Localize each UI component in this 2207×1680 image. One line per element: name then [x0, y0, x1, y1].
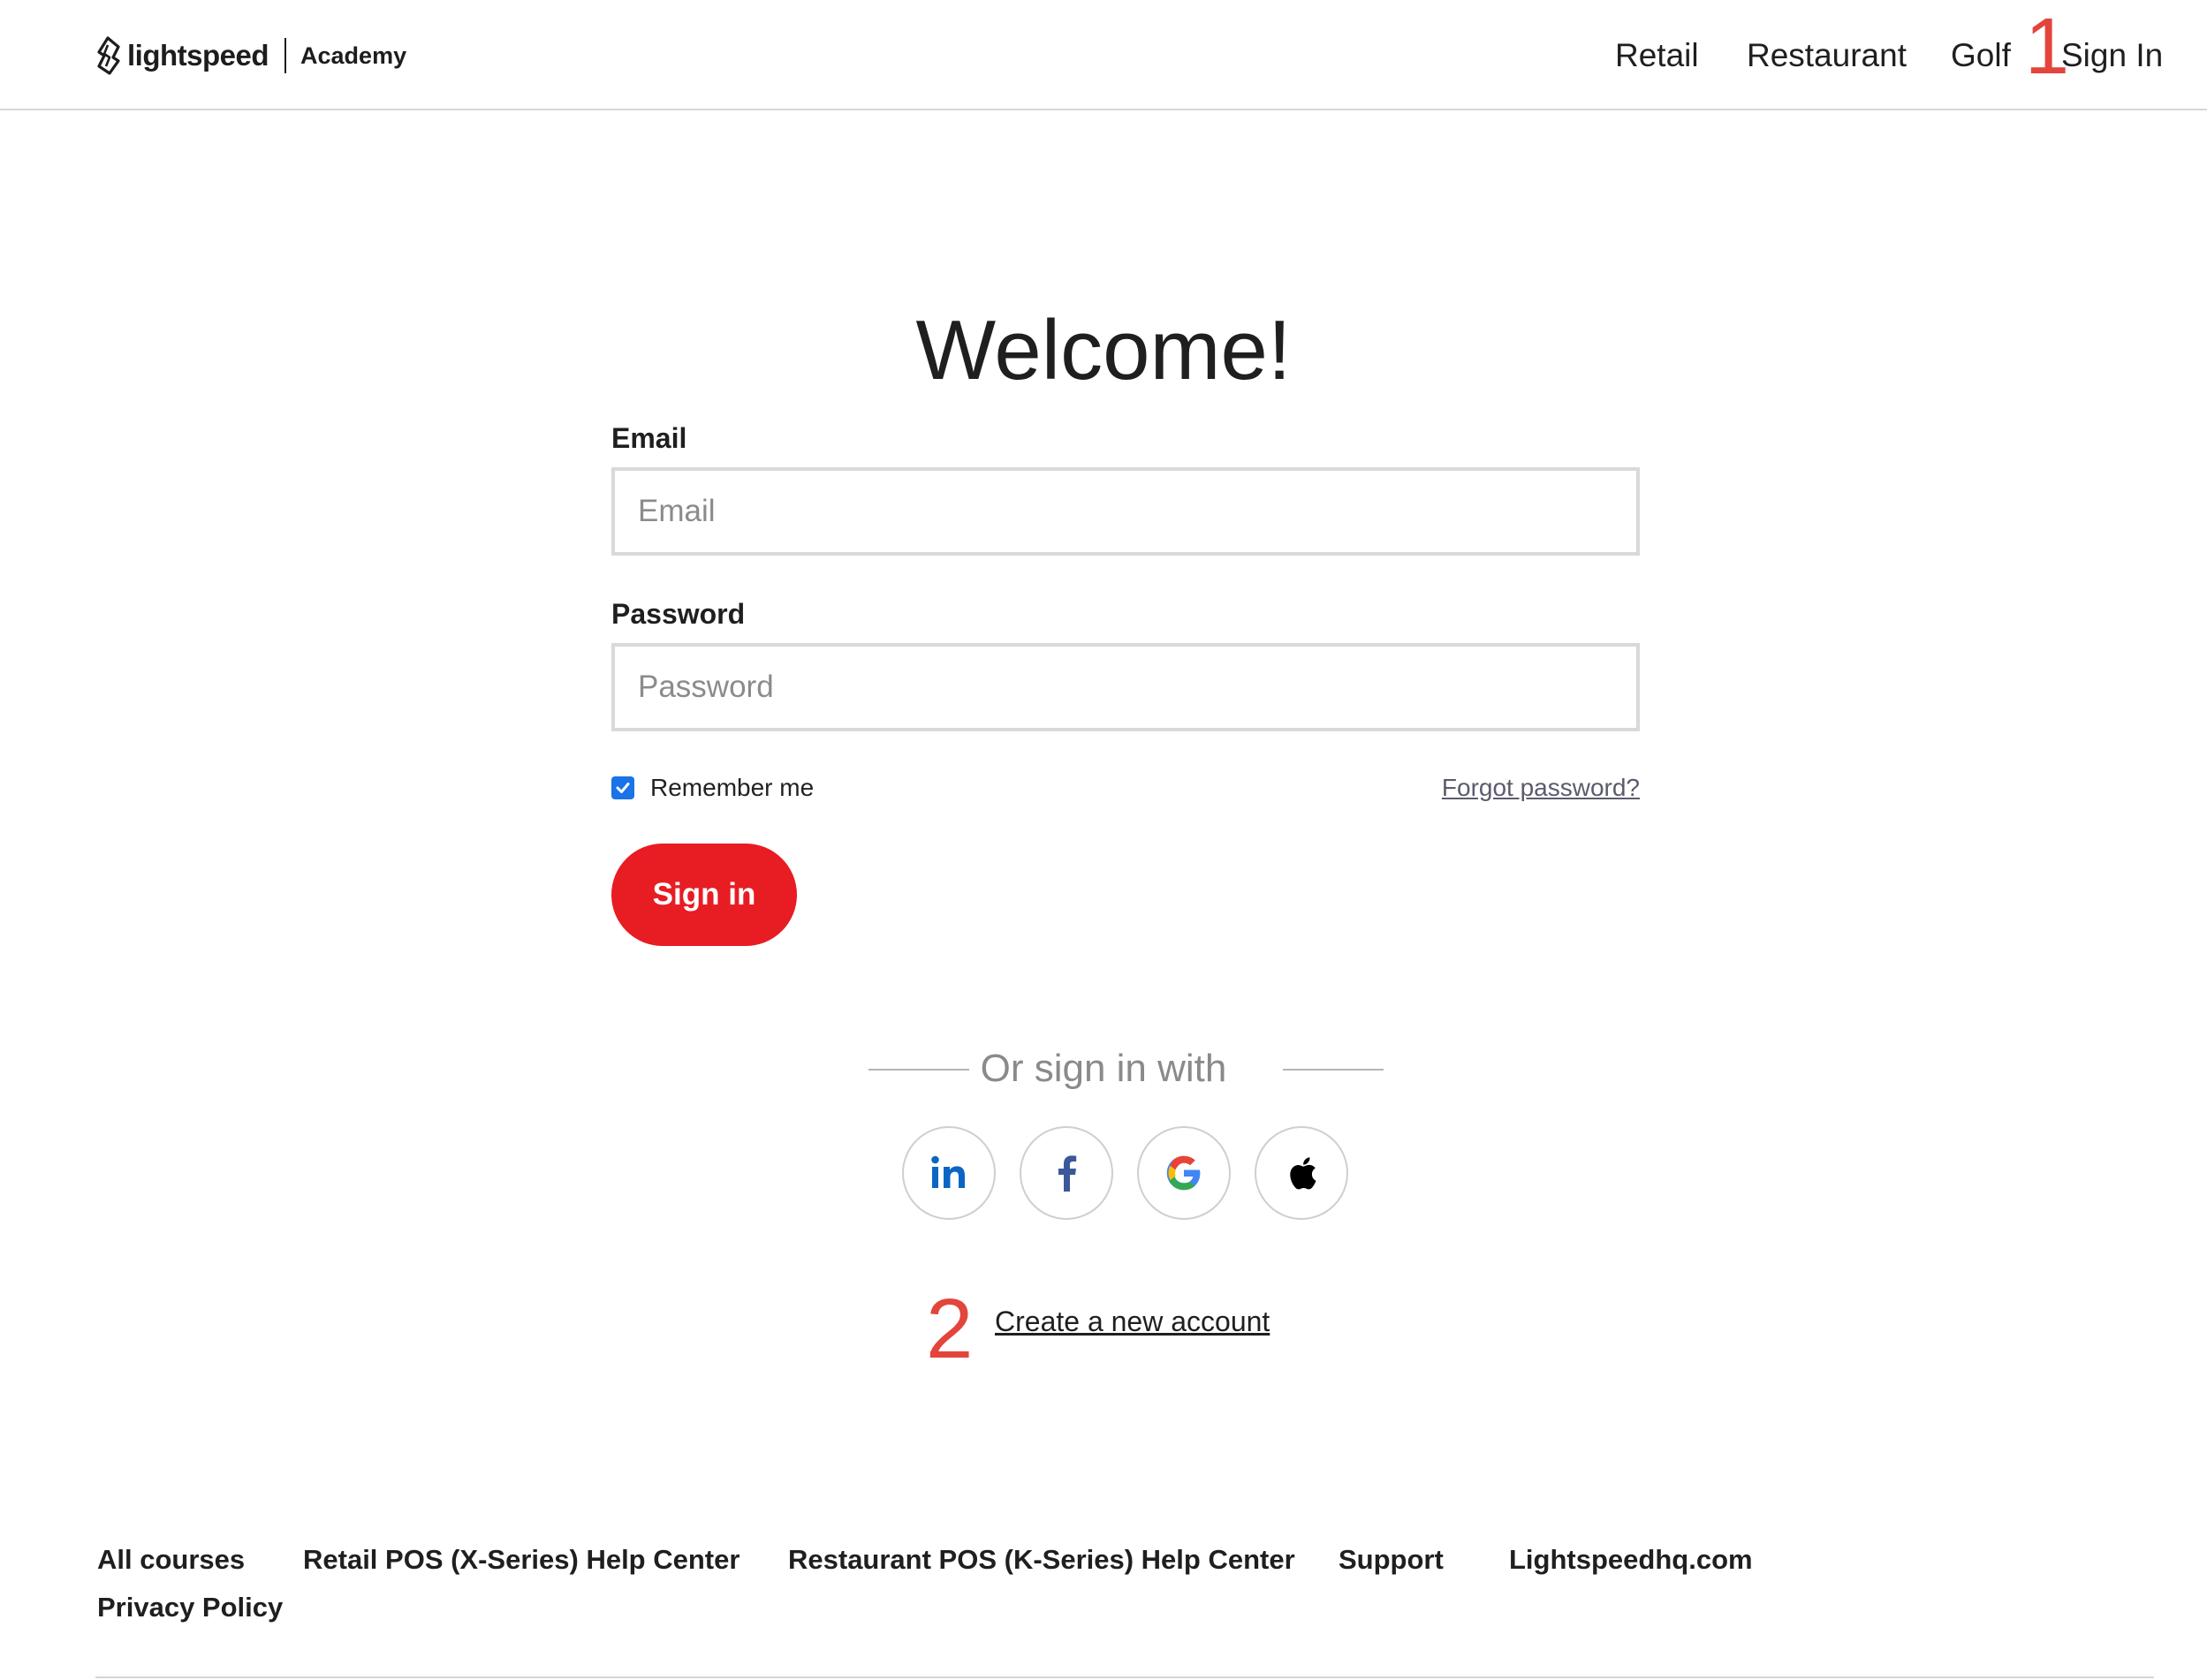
email-field[interactable] [611, 467, 1640, 556]
lightspeed-academy-logo[interactable]: lightspeed Academy [95, 34, 406, 78]
lightspeed-flame-icon [97, 36, 120, 75]
logo-divider [284, 38, 287, 73]
remember-me-label: Remember me [650, 774, 815, 801]
or-sign-in-with-text: Or sign in with [980, 1047, 1227, 1090]
sign-in-button[interactable]: Sign in [611, 844, 797, 946]
linkedin-signin-button[interactable] [902, 1126, 996, 1220]
footer-link-lightspeedhq[interactable]: Lightspeedhq.com [1509, 1544, 1753, 1576]
google-icon [1166, 1155, 1201, 1191]
linkedin-icon [931, 1155, 965, 1188]
footer-link-all-courses[interactable]: All courses [97, 1544, 245, 1576]
nav-sign-in[interactable]: Sign In [2061, 34, 2163, 78]
password-label: Password [611, 598, 746, 630]
create-account-link[interactable]: Create a new account [995, 1305, 1270, 1338]
footer-link-privacy-policy[interactable]: Privacy Policy [97, 1592, 283, 1623]
password-field[interactable] [611, 643, 1640, 731]
nav-restaurant[interactable]: Restaurant [1747, 34, 1907, 78]
social-divider: Or sign in with [0, 1042, 2207, 1095]
apple-signin-button[interactable] [1255, 1126, 1348, 1220]
google-signin-button[interactable] [1137, 1126, 1231, 1220]
nav-golf[interactable]: Golf [1951, 34, 2011, 78]
remember-me-checkbox[interactable] [611, 776, 634, 799]
checkmark-icon [616, 783, 630, 793]
site-header: lightspeed Academy Retail Restaurant Gol… [0, 0, 2207, 110]
annotation-marker-1: 1 [2025, 3, 2070, 91]
page-title: Welcome! [915, 303, 1292, 398]
footer-divider [95, 1676, 2154, 1678]
email-label: Email [611, 422, 687, 454]
footer-link-retail-help[interactable]: Retail POS (X-Series) Help Center [303, 1544, 739, 1576]
footer-link-support[interactable]: Support [1339, 1544, 1444, 1576]
annotation-marker-2: 2 [926, 1282, 974, 1376]
logo-product-text: Academy [300, 42, 407, 69]
footer-link-restaurant-help[interactable]: Restaurant POS (K-Series) Help Center [788, 1544, 1295, 1576]
divider-line-right [1283, 1069, 1384, 1071]
forgot-password-link[interactable]: Forgot password? [1442, 772, 1640, 804]
logo-brand-text: lightspeed [127, 39, 269, 72]
facebook-icon [1058, 1155, 1077, 1192]
remember-me-row: Remember me [611, 772, 814, 804]
nav-retail[interactable]: Retail [1615, 34, 1699, 78]
facebook-signin-button[interactable] [1020, 1126, 1113, 1220]
apple-icon [1290, 1157, 1316, 1190]
